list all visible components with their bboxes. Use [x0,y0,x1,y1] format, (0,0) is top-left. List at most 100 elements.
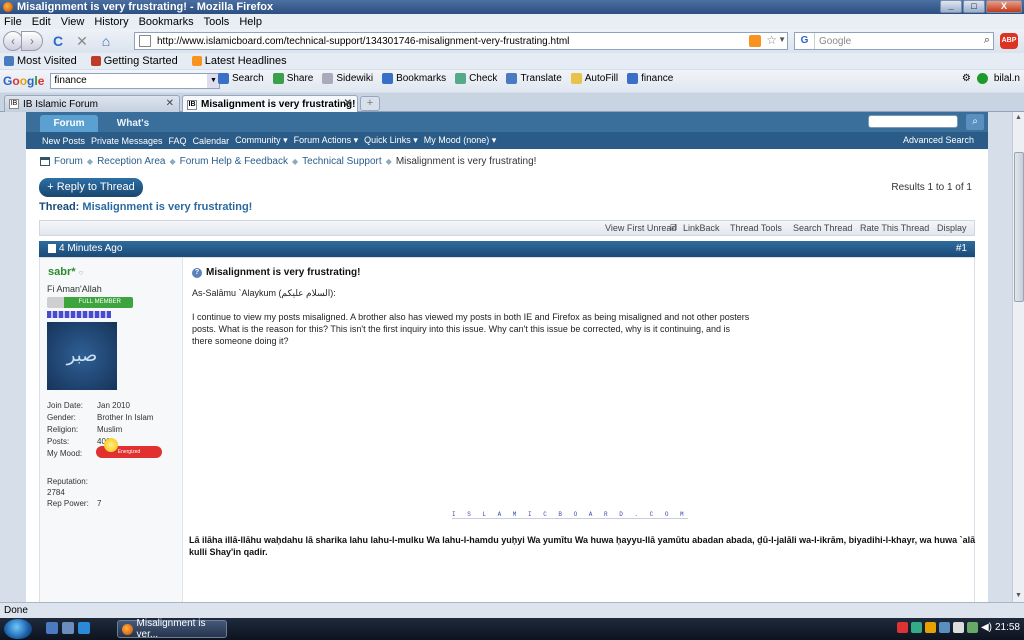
tab-close-icon[interactable]: ✕ [166,98,174,109]
tray-icon[interactable] [910,622,922,633]
google-search-button[interactable]: Search [218,73,264,84]
google-sidewiki-button[interactable]: Sidewiki [322,73,373,84]
tab-close-icon[interactable]: ✕ [344,98,352,109]
google-autofill-button[interactable]: AutoFill [570,73,618,84]
new-tab-button[interactable]: + [360,96,380,111]
avatar[interactable]: صبر [47,322,117,390]
search-engine-icon[interactable]: G [795,33,815,49]
network-icon[interactable] [966,622,978,633]
show-desktop-icon[interactable] [46,622,58,634]
google-translate-button[interactable]: Translate [506,73,562,84]
vertical-scrollbar[interactable]: ▲ ▼ [1012,112,1024,602]
subnav-my-mood[interactable]: My Mood (none) ▾ [424,135,497,146]
subnav-forum-actions[interactable]: Forum Actions ▾ [294,135,359,146]
navigation-toolbar: ‹ › C ✕ ⌂ http://www.islamicboard.com/te… [0,29,1024,53]
maximize-button[interactable]: □ [963,0,985,13]
volume-icon[interactable]: ◀) [981,622,992,633]
scroll-thumb[interactable] [1014,152,1024,302]
google-bookmarks-button[interactable]: Bookmarks [382,73,446,84]
autofill-icon [570,73,582,84]
menu-bookmarks[interactable]: Bookmarks [139,16,194,28]
url-dropdown-icon[interactable]: ▼ [778,35,786,44]
close-button[interactable]: X [986,0,1022,13]
google-share-button[interactable]: Share [272,73,313,84]
site-identity-icon[interactable] [139,35,151,47]
home-icon[interactable]: ⌂ [97,32,115,50]
tab-forum[interactable]: Forum [40,115,98,132]
subnav-calendar[interactable]: Calendar [193,136,230,146]
menu-file[interactable]: File [4,16,22,28]
scroll-down-icon[interactable]: ▼ [1013,590,1024,602]
display-menu[interactable]: Display [937,223,967,233]
forum-search-button[interactable]: ⌕ [966,114,984,130]
minimize-button[interactable]: _ [940,0,962,13]
tray-icon[interactable] [896,622,908,633]
forward-button[interactable]: › [21,31,43,51]
stop-icon[interactable]: ✕ [73,32,91,50]
clock[interactable]: 21:58 [995,622,1020,633]
url-bar[interactable]: http://www.islamicboard.com/technical-su… [134,32,788,50]
subnav-private-messages[interactable]: Private Messages [91,136,163,146]
google-user[interactable]: bilal.n [994,73,1020,84]
internet-explorer-icon[interactable] [78,622,90,634]
tab-misalignment[interactable]: IB Misalignment is very frustrating! ✕ [182,95,358,113]
bookmark-most-visited[interactable]: Most Visited [4,55,77,67]
signature-link[interactable]: I S L A M I C B O A R D . C O M [452,511,688,519]
search-placeholder: Google [819,35,852,47]
reply-to-thread-button[interactable]: + Reply to Thread [39,178,143,197]
breadcrumb-reception-area[interactable]: Reception Area [97,156,165,167]
menu-view[interactable]: View [61,16,85,28]
page-viewport: Forum What's New? ⌕ New Posts Private Me… [0,112,1012,602]
username-link[interactable]: sabr* ○ [48,266,83,278]
back-button[interactable]: ‹ [3,31,23,51]
tray-icon[interactable] [938,622,950,633]
breadcrumb-forum[interactable]: Forum [54,156,83,167]
breadcrumb-separator-icon: ◆ [86,157,94,166]
reputation-bar [47,311,111,318]
view-first-unread-link[interactable]: View First Unread [605,223,676,233]
subnav-community[interactable]: Community ▾ [235,135,288,146]
google-account[interactable]: ⚙ bilal.n [962,73,1020,84]
subnav-new-posts[interactable]: New Posts [42,136,85,146]
scroll-up-icon[interactable]: ▲ [1013,112,1024,124]
tab-whats-new[interactable]: What's New? [104,115,162,146]
wrench-icon[interactable]: ⚙ [962,73,971,84]
forum-search-input[interactable] [868,115,958,128]
status-bar: Done [0,602,1024,618]
home-icon[interactable] [40,157,50,166]
start-button[interactable] [4,619,32,639]
menu-tools[interactable]: Tools [204,16,230,28]
tray-icon[interactable] [924,622,936,633]
reload-icon[interactable]: C [49,32,67,50]
bookmark-getting-started[interactable]: Getting Started [90,55,178,67]
thread-tools-menu[interactable]: Thread Tools [730,223,782,233]
bookmark-star-icon[interactable]: ☆ [766,33,777,47]
switch-windows-icon[interactable] [62,622,74,634]
breadcrumb-technical-support[interactable]: Technical Support [302,156,382,167]
adblock-plus-icon[interactable]: ABP [1000,33,1018,49]
mood-badge: Energized [96,438,162,458]
rate-thread-menu[interactable]: Rate This Thread [860,223,929,233]
search-thread-menu[interactable]: Search Thread [793,223,852,233]
taskbar-firefox-window[interactable]: Misalignment is ver... [117,618,227,640]
sun-icon [104,438,118,452]
bookmark-latest-headlines[interactable]: Latest Headlines [191,55,287,67]
linkback-link[interactable]: LinkBack [683,223,720,233]
post-number-link[interactable]: #1 [956,243,967,254]
advanced-search-link[interactable]: Advanced Search [903,135,974,145]
google-search-input[interactable]: finance ▼ [50,73,221,89]
menu-help[interactable]: Help [239,16,262,28]
breadcrumb-forum-help[interactable]: Forum Help & Feedback [180,156,288,167]
google-logo[interactable]: Google [3,74,44,88]
tray-icon[interactable] [952,622,964,633]
search-box[interactable]: G Google ⌕ [794,32,994,50]
tab-ib-islamic-forum[interactable]: IB IB Islamic Forum ✕ [4,95,180,112]
subnav-faq[interactable]: FAQ [169,136,187,146]
google-finance-button[interactable]: finance [627,73,673,84]
subnav-quick-links[interactable]: Quick Links ▾ [364,135,418,146]
menu-edit[interactable]: Edit [32,16,51,28]
menu-history[interactable]: History [94,16,128,28]
search-icon[interactable]: ⌕ [984,34,990,47]
rss-feed-icon[interactable] [749,35,761,47]
google-check-button[interactable]: Check [455,73,497,84]
